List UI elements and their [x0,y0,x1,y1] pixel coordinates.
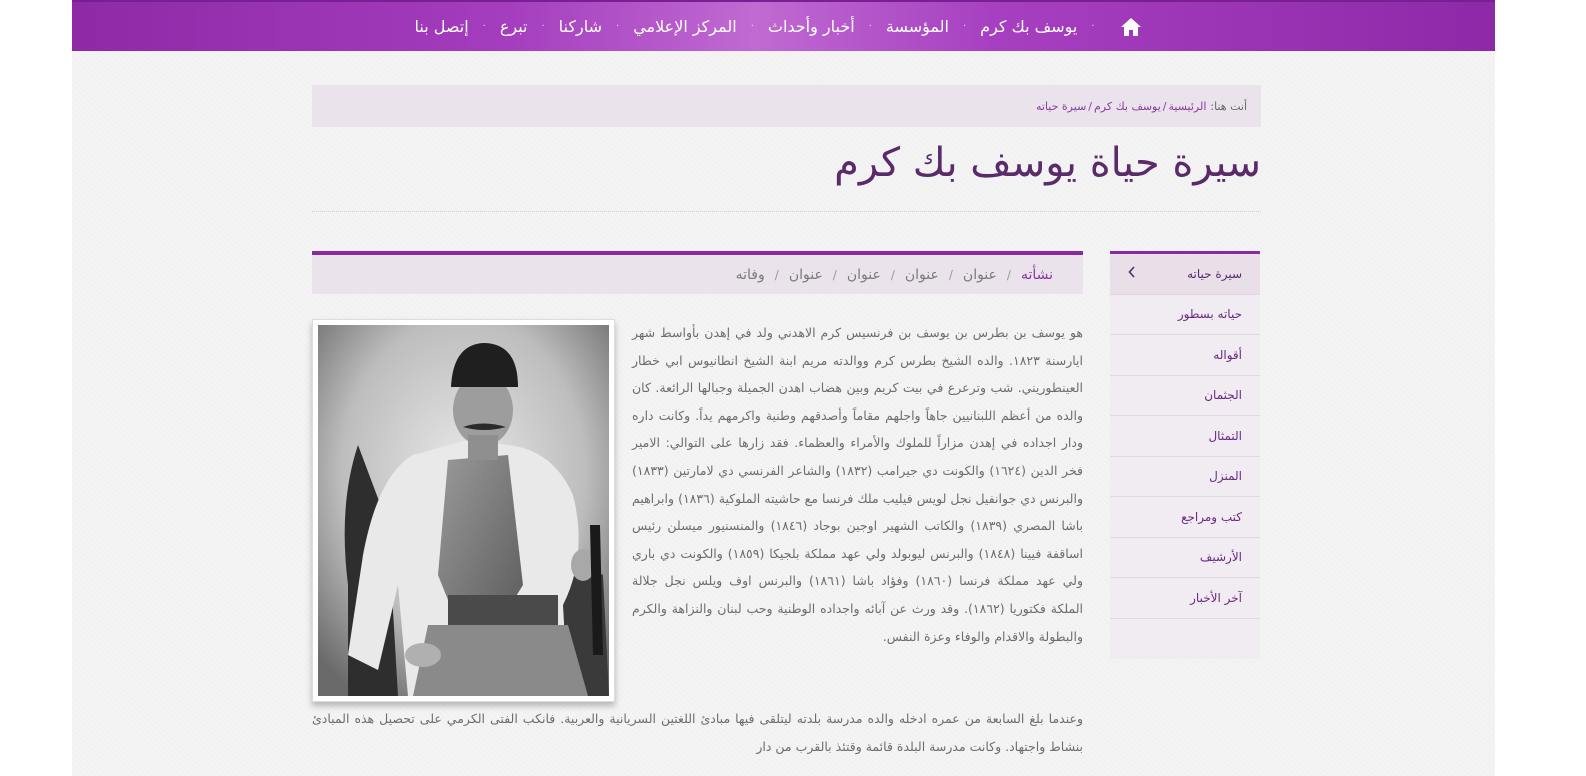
nav-item-youssef-bek-karam[interactable]: يوسف بك كرم [980,17,1077,36]
page-margin-right [1495,0,1586,776]
tab-separator: / [832,267,837,282]
home-link[interactable] [1117,13,1145,41]
sidebar-menu: سيرة حياته حياته بسطور أقواله الجثمان ال… [1110,251,1260,659]
tab-separator: / [948,267,953,282]
sidebar-item-label: كتب ومراجع [1181,509,1242,524]
sidebar-item-label: الأرشيف [1199,550,1242,565]
breadcrumb-youssef-link[interactable]: يوسف بك كرم [1094,100,1161,113]
breadcrumb-separator: / [1088,99,1092,113]
title-divider [312,211,1261,212]
tab-title-2[interactable]: عنوان [905,267,939,283]
nav-item-participate[interactable]: شاركنا [559,17,602,36]
sidebar-footer [1110,618,1260,659]
top-navigation-bar: · يوسف بك كرم · المؤسسة · أخبار وأحداث ·… [72,0,1495,51]
nav-separator: · [616,21,620,32]
sidebar-item-label: حياته بسطور [1177,307,1242,322]
nav-item-contact-us[interactable]: إتصل بنا [415,17,469,36]
tab-death[interactable]: وفاته [736,267,765,283]
sidebar-item-life-in-lines[interactable]: حياته بسطور [1110,294,1260,335]
nav-separator: · [541,21,545,32]
tab-separator: / [890,267,895,282]
nav-item-news-events[interactable]: أخبار وأحداث [768,17,855,36]
article-paragraph-1: هو يوسف بن بطرس بن يوسف بن فرنسيس كرم ال… [632,325,1084,644]
main-menu: · يوسف بك كرم · المؤسسة · أخبار وأحداث ·… [72,2,1495,51]
sidebar-item-statue[interactable]: التمثال [1110,416,1260,457]
sidebar-item-label: سيرة حياته [1187,266,1242,281]
breadcrumb-home-link[interactable]: الرئيسية [1169,100,1207,113]
sidebar-item-label: المنزل [1209,469,1242,484]
breadcrumb-current: سيرة حياته [1035,99,1087,113]
breadcrumb-label: أنت هنا: [1210,99,1247,113]
sidebar-item-archive[interactable]: الأرشيف [1110,537,1260,578]
page-title: سيرة حياة يوسف بك كرم [834,140,1261,186]
home-icon [1120,17,1141,36]
sidebar-item-label: آخر الأخبار [1190,590,1242,605]
tab-upbringing[interactable]: نشأته [1021,267,1053,283]
sidebar-item-books-references[interactable]: كتب ومراجع [1110,497,1260,538]
nav-item-media-center[interactable]: المركز الإعلامي [633,17,737,36]
sidebar-item-latest-news[interactable]: آخر الأخبار [1110,578,1260,619]
tab-title-1[interactable]: عنوان [963,267,997,283]
breadcrumb-separator: / [1162,99,1167,113]
page-background: · يوسف بك كرم · المؤسسة · أخبار وأحداث ·… [72,0,1495,776]
sidebar-item-label: التمثال [1208,428,1242,443]
nav-separator: · [482,21,486,32]
sidebar-item-biography[interactable]: سيرة حياته [1110,254,1260,295]
breadcrumb: أنت هنا: الرئيسية / يوسف بك كرم / سيرة ح… [312,85,1261,127]
chevron-left-icon [1128,266,1136,282]
tab-title-3[interactable]: عنوان [847,267,881,283]
article-paragraph-2: وعندما بلغ السابعة من عمره ادخله والده م… [312,711,1083,754]
nav-item-foundation[interactable]: المؤسسة [886,17,949,36]
sidebar-item-label: الجثمان [1204,388,1242,403]
sidebar-item-sayings[interactable]: أقواله [1110,335,1260,376]
portrait-image [318,325,609,696]
sidebar-item-house[interactable]: المنزل [1110,456,1260,497]
nav-separator: · [868,21,872,32]
section-tabs: نشأته / عنوان / عنوان / عنوان / عنوان / … [312,251,1083,294]
tab-separator: / [1006,267,1011,282]
tab-title-4[interactable]: عنوان [789,267,823,283]
sidebar-item-remains[interactable]: الجثمان [1110,375,1260,416]
tab-separator: / [774,267,779,282]
nav-separator: · [1091,21,1095,32]
nav-separator: · [750,21,754,32]
sidebar-item-label: أقواله [1213,347,1242,362]
nav-item-donate[interactable]: تبرع [500,17,528,36]
nav-separator: · [962,21,967,32]
portrait-photo [312,319,615,702]
